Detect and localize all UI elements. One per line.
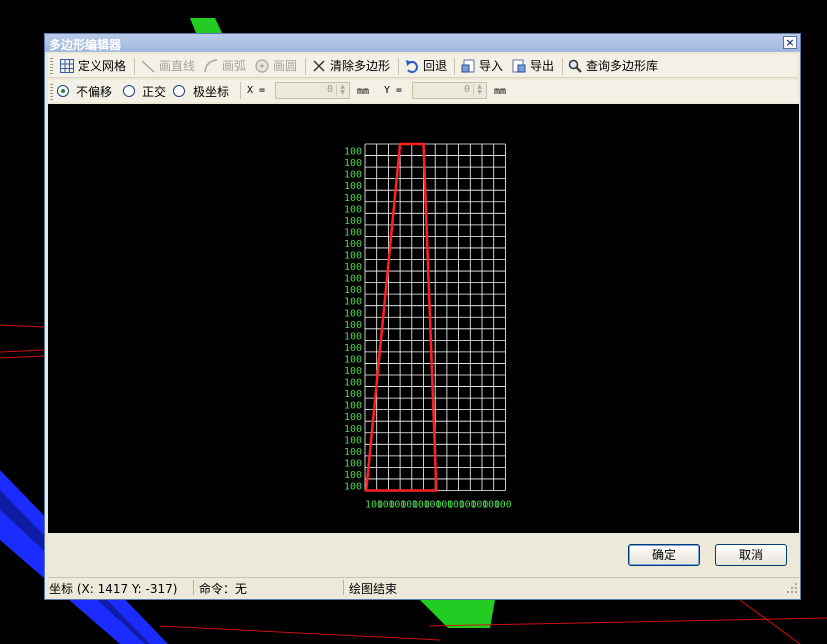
row-label: 100 (344, 285, 362, 296)
row-label: 100 (344, 470, 362, 481)
cancel-button[interactable]: 取消 (715, 544, 787, 566)
red-line (0, 324, 45, 328)
title-bar[interactable]: 多边形编辑器 × (45, 34, 800, 52)
define-grid-button[interactable]: 定义网格 (60, 57, 126, 75)
row-label: 100 (344, 331, 362, 342)
row-label: 100 (344, 297, 362, 308)
row-label: 100 (344, 343, 362, 354)
grid-icon (60, 59, 74, 73)
polar-radio[interactable] (173, 85, 185, 97)
y-unit: mm (494, 86, 507, 97)
no-offset-label: 不偏移 (76, 85, 113, 99)
export-button[interactable]: 导出 (512, 57, 554, 75)
green-block-bottom (420, 600, 495, 628)
status-bar: 坐标 (X: 1417 Y: -317) 命令：无 绘图结束 (48, 577, 799, 597)
orthogonal-radio[interactable] (123, 85, 135, 97)
row-label: 100 (344, 204, 362, 215)
undo-button[interactable]: 回退 (405, 57, 447, 75)
row-label: 100 (344, 378, 362, 389)
options-bar: 不偏移 正交 极坐标 X = 0 ▲ ▼ mm Y = 0 ▲ ▼ mm (48, 80, 798, 102)
circle-icon (255, 59, 269, 73)
row-label: 100 (344, 262, 362, 273)
status-message: 绘图结束 (349, 582, 398, 596)
draw-line-button[interactable]: 画直线 (141, 57, 195, 75)
drawing-canvas[interactable]: 100 100 100 100 100 100 100 100 100 100 100 100 100 1… (48, 104, 799, 533)
row-label: 100 (344, 320, 362, 331)
polygon-grid[interactable]: 1001001001001001001001001001001001001001… (48, 104, 799, 533)
y-value: 0 (463, 84, 470, 95)
y-spinner-arrows[interactable]: ▲ ▼ (473, 84, 485, 97)
search-icon (568, 59, 582, 73)
row-label: 100 (344, 482, 362, 493)
arc-icon (204, 59, 218, 73)
row-label: 100 (344, 181, 362, 192)
window-title: 多边形编辑器 (49, 38, 122, 52)
x-icon (313, 60, 325, 72)
row-label: 100 (344, 158, 362, 169)
row-label: 100 (344, 389, 362, 400)
draw-arc-button[interactable]: 画弧 (204, 57, 246, 75)
undo-icon (406, 60, 418, 73)
polar-label: 极坐标 (193, 85, 230, 99)
row-label: 100 (344, 308, 362, 319)
row-label: 100 (344, 147, 362, 158)
toolbar: 定义网格 画直线 画弧 画圆 清除多边形 回退 导入 导出 查询多边形库 (48, 54, 798, 78)
row-label: 100 (344, 274, 362, 285)
dialog-buttons: 确定 取消 (48, 534, 799, 576)
x-spinner-arrows[interactable]: ▲ ▼ (336, 84, 348, 97)
row-label: 100 (344, 458, 362, 469)
toolbar-grip[interactable] (50, 58, 53, 74)
row-label: 100 (344, 193, 362, 204)
clear-polygon-label: 清除多边形 (330, 59, 391, 73)
draw-arc-label: 画弧 (222, 59, 247, 73)
green-block-top (190, 18, 222, 33)
draw-circle-button[interactable]: 画圆 (255, 57, 297, 75)
status-coords: 坐标 (X: 1417 Y: -317) (49, 582, 178, 596)
row-label: 100 (344, 401, 362, 412)
define-grid-label: 定义网格 (78, 59, 127, 73)
status-command: 命令：无 (199, 582, 248, 596)
row-label: 100 (344, 435, 362, 446)
row-label: 100 (344, 216, 362, 227)
resize-grip-icon[interactable] (786, 582, 798, 594)
row-label: 100 (344, 227, 362, 238)
row-label: 100 (344, 170, 362, 181)
y-label: Y = (384, 85, 403, 96)
query-library-label: 查询多边形库 (586, 59, 659, 73)
row-label: 100 (344, 239, 362, 250)
x-label: X = (247, 85, 266, 96)
row-label: 100 (344, 424, 362, 435)
row-label: 100 (344, 447, 362, 458)
query-library-button[interactable]: 查询多边形库 (568, 57, 658, 75)
polygon-editor-window: 多边形编辑器 × 定义网格 画直线 画弧 画圆 清除多边形 回退 导入 导出 查… (44, 33, 801, 600)
col-label: 100 (494, 500, 512, 511)
draw-circle-label: 画圆 (273, 59, 298, 73)
x-value: 0 (326, 84, 333, 95)
export-label: 导出 (530, 59, 555, 73)
import-label: 导入 (479, 59, 504, 73)
ok-button[interactable]: 确定 (628, 544, 700, 566)
row-label: 100 (344, 366, 362, 377)
options-grip[interactable] (50, 84, 53, 100)
export-icon (512, 59, 526, 73)
orthogonal-label: 正交 (142, 85, 167, 99)
x-input[interactable]: 0 ▲ ▼ (275, 82, 350, 99)
clear-polygon-button[interactable]: 清除多边形 (312, 57, 390, 75)
import-button[interactable]: 导入 (461, 57, 503, 75)
draw-line-label: 画直线 (159, 59, 196, 73)
row-label: 100 (344, 251, 362, 262)
close-button[interactable]: × (783, 36, 797, 49)
undo-label: 回退 (423, 59, 448, 73)
line-icon (141, 60, 155, 73)
x-unit: mm (357, 86, 370, 97)
y-input[interactable]: 0 ▲ ▼ (412, 82, 487, 99)
row-label: 100 (344, 354, 362, 365)
no-offset-radio[interactable] (57, 85, 69, 97)
import-icon (461, 59, 475, 73)
row-label: 100 (344, 412, 362, 423)
